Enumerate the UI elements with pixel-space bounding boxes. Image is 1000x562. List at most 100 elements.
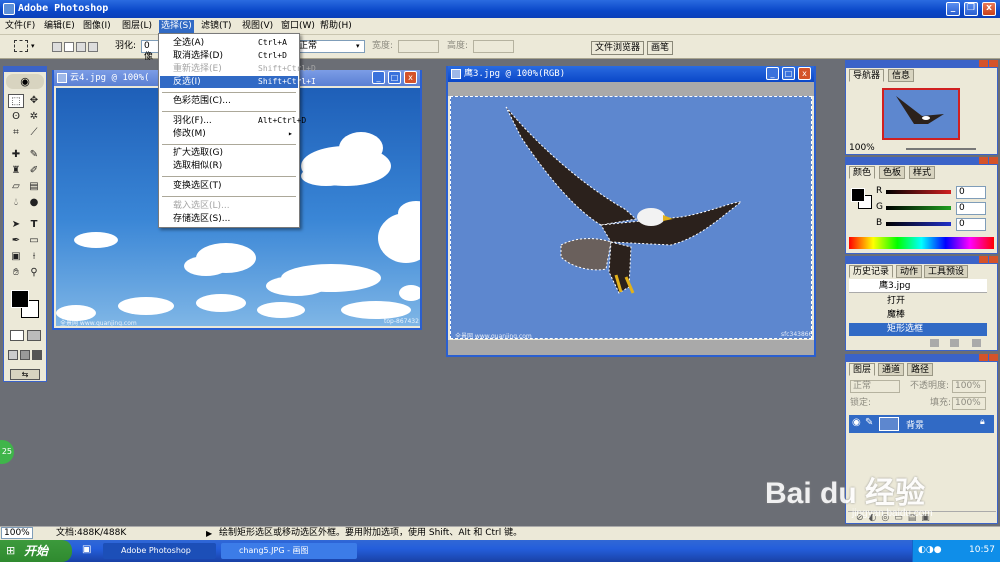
- blur-tool-icon[interactable]: 💧︎: [8, 196, 24, 210]
- color-spectrum-bar[interactable]: [849, 237, 994, 249]
- side-badge[interactable]: 25: [0, 440, 14, 464]
- magic-wand-icon[interactable]: ✲: [26, 110, 42, 124]
- zoom-tool-icon[interactable]: ⚲: [26, 266, 42, 280]
- channel-b-input[interactable]: 0: [956, 218, 986, 231]
- screen-mode-menu-icon[interactable]: [20, 350, 30, 360]
- doc-close-button[interactable]: x: [404, 71, 417, 84]
- play-arrow-icon[interactable]: ▶: [206, 527, 212, 540]
- foreground-color-swatch[interactable]: [11, 290, 29, 308]
- type-tool-icon[interactable]: T: [26, 218, 42, 232]
- eagle-canvas[interactable]: 全景网 www.quanjing.com sfc343866: [450, 96, 812, 339]
- menu-image[interactable]: 图像(I): [81, 20, 113, 33]
- menu-layer[interactable]: 图层(L): [120, 20, 154, 33]
- palette-close-button[interactable]: [989, 256, 998, 263]
- task-photoshop[interactable]: Adobe Photoshop: [103, 543, 216, 559]
- channel-r-slider[interactable]: [886, 190, 951, 194]
- blend-mode-select[interactable]: 正常: [850, 380, 900, 393]
- pen-tool-icon[interactable]: ✒: [8, 234, 24, 248]
- screen-mode-standard-icon[interactable]: [8, 350, 18, 360]
- close-button[interactable]: x: [982, 2, 996, 16]
- tab-history[interactable]: 历史记录: [849, 265, 894, 278]
- channel-b-slider[interactable]: [886, 222, 951, 226]
- layer-row-background[interactable]: ◉ ✎ 背景 🔒︎: [849, 415, 994, 433]
- brush-tool-icon[interactable]: ✎: [26, 148, 42, 162]
- jump-to-imageready-icon[interactable]: ⇆: [10, 369, 40, 380]
- clone-stamp-icon[interactable]: ♜: [8, 164, 24, 178]
- menu-item-similar[interactable]: 选取相似(R): [160, 160, 298, 172]
- menu-select[interactable]: 选择(S): [159, 20, 194, 33]
- opacity-input[interactable]: 100%: [952, 380, 986, 393]
- palette-close-button[interactable]: [989, 354, 998, 361]
- history-snapshot[interactable]: 鹰3.jpg: [849, 279, 987, 293]
- menu-item-feather[interactable]: 羽化(F)... Alt+Ctrl+D: [160, 115, 306, 127]
- channel-g-slider[interactable]: [886, 206, 951, 210]
- trash-icon[interactable]: [972, 339, 981, 347]
- menu-item-transform-selection[interactable]: 变换选区(T): [160, 180, 298, 192]
- tab-actions[interactable]: 动作: [896, 265, 923, 278]
- menu-item-select-all[interactable]: 全选(A) Ctrl+A: [160, 37, 298, 49]
- menu-item-save-selection[interactable]: 存储选区(S)...: [160, 213, 298, 225]
- eraser-tool-icon[interactable]: ▱: [8, 180, 24, 194]
- shape-tool-icon[interactable]: ▭: [26, 234, 42, 248]
- document-window-eagle[interactable]: 鹰3.jpg @ 100%(RGB) _ □ x 全景网 www.quanjin…: [446, 66, 816, 357]
- menu-item-inverse[interactable]: 反选(I) Shift+Ctrl+I: [160, 76, 316, 88]
- fill-input[interactable]: 100%: [952, 397, 986, 410]
- doc-maximize-button[interactable]: □: [782, 67, 795, 80]
- new-snapshot-icon[interactable]: [950, 339, 959, 347]
- menu-item-modify[interactable]: 修改(M) ▸: [160, 128, 298, 140]
- history-step-active[interactable]: 矩形选框: [849, 323, 987, 336]
- channel-r-input[interactable]: 0: [956, 186, 986, 199]
- eye-icon[interactable]: ◉: [852, 417, 861, 428]
- hand-tool-icon[interactable]: ✋︎: [8, 266, 24, 280]
- tray-icons[interactable]: ◐◑●: [918, 545, 942, 555]
- intersect-selection-icon[interactable]: [88, 42, 98, 52]
- tab-info[interactable]: 信息: [888, 69, 915, 82]
- gradient-tool-icon[interactable]: ▤: [26, 180, 42, 194]
- brushes-tab[interactable]: 画笔: [647, 41, 674, 55]
- doc-maximize-button[interactable]: □: [388, 71, 401, 84]
- standard-mode-icon[interactable]: [10, 330, 24, 341]
- file-browser-tab[interactable]: 文件浏览器: [591, 41, 645, 55]
- color-foreground-swatch[interactable]: [851, 188, 865, 202]
- brush-link-icon[interactable]: ✎: [865, 417, 873, 428]
- palette-minimize-button[interactable]: [979, 256, 988, 263]
- marquee-tool-icon[interactable]: ⬚: [8, 94, 24, 108]
- palette-title-bar[interactable]: [846, 61, 997, 68]
- lasso-tool-icon[interactable]: ʘ: [8, 110, 24, 124]
- notes-tool-icon[interactable]: ▣: [8, 250, 24, 264]
- width-input[interactable]: [398, 40, 439, 53]
- path-select-icon[interactable]: ➤: [8, 218, 24, 232]
- menu-file[interactable]: 文件(F): [3, 20, 37, 33]
- document-title-bar[interactable]: 鹰3.jpg @ 100%(RGB): [448, 66, 814, 82]
- quick-mask-icon[interactable]: [27, 330, 41, 341]
- palette-close-button[interactable]: [989, 60, 998, 67]
- palette-minimize-button[interactable]: [979, 60, 988, 67]
- slice-tool-icon[interactable]: ⟋: [26, 126, 42, 140]
- menu-item-grow[interactable]: 扩大选取(G): [160, 147, 298, 159]
- menu-filter[interactable]: 滤镜(T): [199, 20, 234, 33]
- doc-close-button[interactable]: x: [798, 67, 811, 80]
- palette-title-bar[interactable]: [846, 355, 997, 362]
- add-selection-icon[interactable]: [64, 42, 74, 52]
- restore-button[interactable]: ❐: [964, 2, 978, 16]
- tab-navigator[interactable]: 导航器: [849, 69, 885, 82]
- palette-close-button[interactable]: [989, 157, 998, 164]
- eyedropper-icon[interactable]: ⟊: [26, 250, 42, 264]
- menu-item-color-range[interactable]: 色彩范围(C)...: [160, 95, 298, 107]
- tab-color[interactable]: 颜色: [849, 166, 876, 179]
- adobe-online-icon[interactable]: ◉: [6, 74, 44, 89]
- history-step[interactable]: 魔棒: [849, 309, 987, 322]
- menu-window[interactable]: 窗口(W): [279, 20, 317, 33]
- history-brush-icon[interactable]: ✐: [26, 164, 42, 178]
- height-input[interactable]: [473, 40, 514, 53]
- new-selection-icon[interactable]: [52, 42, 62, 52]
- new-document-icon[interactable]: [930, 339, 939, 347]
- tab-layers[interactable]: 图层: [849, 363, 876, 376]
- doc-minimize-button[interactable]: _: [766, 67, 779, 80]
- tab-paths[interactable]: 路径: [907, 363, 934, 376]
- doc-size-info[interactable]: 文档:488K/488K: [56, 527, 126, 540]
- healing-brush-icon[interactable]: ✚: [8, 148, 24, 162]
- palette-minimize-button[interactable]: [979, 157, 988, 164]
- move-tool-icon[interactable]: ✥: [26, 94, 42, 108]
- history-step[interactable]: 打开: [849, 295, 987, 308]
